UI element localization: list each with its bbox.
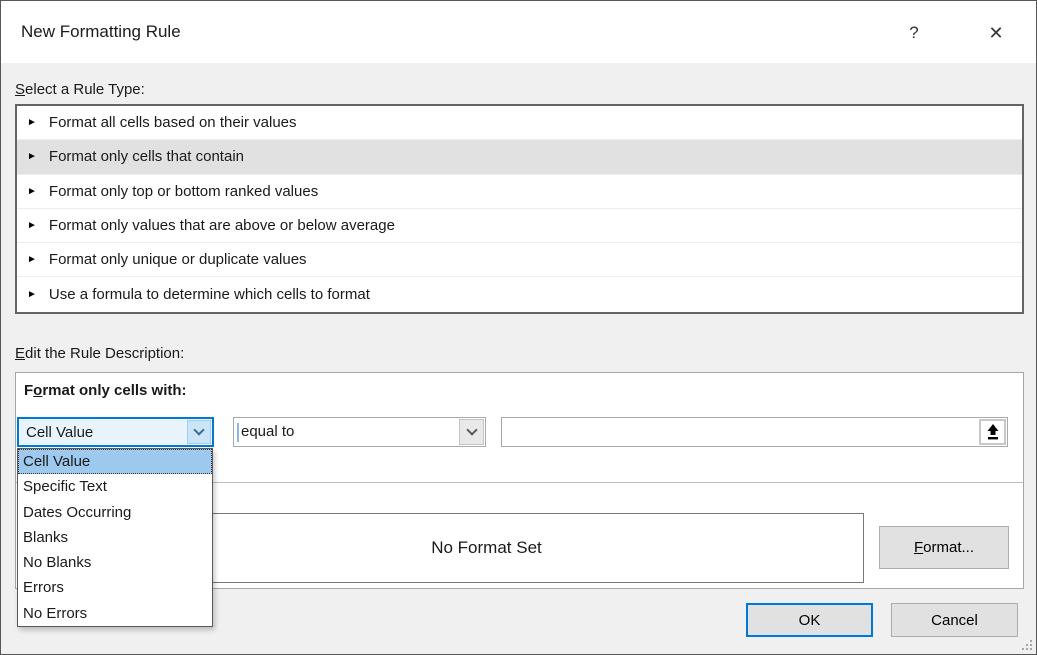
- rule-type-listbox: ► Format all cells based on their values…: [15, 104, 1024, 314]
- dropdown-option-blanks[interactable]: Blanks: [18, 525, 212, 550]
- format-button[interactable]: Format...: [879, 526, 1009, 569]
- rule-type-item[interactable]: ► Use a formula to determine which cells…: [17, 277, 1022, 311]
- rule-bullet-icon: ►: [27, 117, 37, 128]
- rule-bullet-icon: ►: [27, 254, 37, 265]
- dropdown-option-cell-value[interactable]: Cell Value: [18, 449, 212, 474]
- cell-value-dropdown-list: Cell Value Specific Text Dates Occurring…: [17, 448, 213, 627]
- rule-type-item-label: Format only values that are above or bel…: [49, 217, 395, 234]
- rule-bullet-icon: ►: [27, 289, 37, 300]
- rule-bullet-icon: ►: [27, 220, 37, 231]
- rule-type-item-label: Format only unique or duplicate values: [49, 251, 307, 268]
- collapse-dialog-icon: [986, 424, 1000, 440]
- cell-value-combobox-value: Cell Value: [26, 424, 93, 441]
- rule-bullet-icon: ►: [27, 151, 37, 162]
- resize-grip[interactable]: [1022, 640, 1033, 651]
- cell-value-combobox[interactable]: Cell Value: [17, 417, 214, 447]
- edit-description-label: Edit the Rule Description:: [15, 345, 184, 362]
- rule-type-item-label: Format only top or bottom ranked values: [49, 183, 318, 200]
- ok-button[interactable]: OK: [746, 603, 873, 637]
- rule-type-item-label: Format only cells that contain: [49, 148, 244, 165]
- dropdown-option-no-blanks[interactable]: No Blanks: [18, 550, 212, 575]
- rule-type-label: Select a Rule Type:: [15, 81, 145, 98]
- condition-label: Format only cells with:: [24, 382, 187, 399]
- title-bar: New Formatting Rule ? ✕: [1, 1, 1036, 63]
- dropdown-option-dates-occurring[interactable]: Dates Occurring: [18, 500, 212, 525]
- value-input[interactable]: [501, 417, 1008, 447]
- chevron-down-icon[interactable]: [459, 419, 484, 445]
- rule-type-item-selected[interactable]: ► Format only cells that contain: [17, 140, 1022, 174]
- new-formatting-rule-dialog: New Formatting Rule ? ✕ Select a Rule Ty…: [0, 0, 1037, 655]
- rule-type-item[interactable]: ► Format only values that are above or b…: [17, 209, 1022, 243]
- collapse-dialog-button[interactable]: [979, 419, 1006, 445]
- rule-type-item-label: Use a formula to determine which cells t…: [49, 286, 370, 303]
- dropdown-option-specific-text[interactable]: Specific Text: [18, 474, 212, 499]
- close-icon[interactable]: ✕: [975, 17, 1017, 49]
- help-button[interactable]: ?: [895, 17, 933, 49]
- rule-type-item[interactable]: ► Format all cells based on their values: [17, 106, 1022, 140]
- dialog-title: New Formatting Rule: [21, 22, 181, 42]
- operator-combobox-value: equal to: [241, 423, 294, 440]
- operator-combobox[interactable]: equal to: [233, 417, 486, 447]
- rule-type-item-label: Format all cells based on their values: [49, 114, 297, 131]
- format-preview-text: No Format Set: [431, 538, 542, 558]
- text-caret: [237, 423, 239, 442]
- chevron-down-icon[interactable]: [187, 420, 211, 444]
- cancel-button[interactable]: Cancel: [891, 603, 1018, 637]
- rule-type-item[interactable]: ► Format only unique or duplicate values: [17, 243, 1022, 277]
- format-preview-box: No Format Set: [109, 513, 864, 583]
- rule-bullet-icon: ►: [27, 186, 37, 197]
- rule-type-item[interactable]: ► Format only top or bottom ranked value…: [17, 175, 1022, 209]
- dropdown-option-no-errors[interactable]: No Errors: [18, 601, 212, 626]
- dropdown-option-errors[interactable]: Errors: [18, 575, 212, 600]
